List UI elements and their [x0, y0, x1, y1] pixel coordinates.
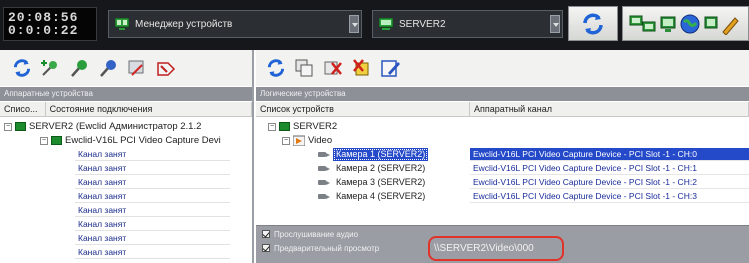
tree-node-server-label: SERVER2 — [293, 121, 338, 132]
top-toolbar: 20:08:56 0:0:0:22 Менеджер устройств SER… — [0, 0, 749, 50]
camera-hardware-channel[interactable]: Ewclid-V16L PCI Video Capture Device - P… — [470, 176, 749, 189]
highlight-annotation — [428, 236, 564, 261]
add-device-icon[interactable] — [39, 57, 61, 79]
column-list[interactable]: Списо... — [0, 102, 46, 116]
channel-status[interactable]: Канал занят — [75, 246, 230, 259]
monitor-icon[interactable] — [704, 13, 718, 35]
channel-status[interactable]: Канал занят — [75, 162, 230, 175]
logical-column-header: Список устройств Аппаратный канал — [256, 102, 749, 117]
collapse-icon[interactable]: − — [282, 136, 290, 145]
column-connection-state[interactable]: Состояние подключения — [46, 102, 252, 116]
collapse-icon[interactable]: − — [40, 136, 48, 145]
camera-icon — [318, 151, 330, 159]
camera-hardware-channel[interactable]: Ewclid-V16L PCI Video Capture Device - P… — [470, 162, 749, 175]
collapse-icon[interactable]: − — [268, 122, 276, 131]
capture-card-icon — [51, 136, 62, 145]
connect-device-icon[interactable] — [68, 57, 90, 79]
device-manager-icon — [115, 18, 129, 30]
camera-row[interactable]: Камера 2 (SERVER2) — [318, 162, 428, 175]
chevron-down-icon[interactable] — [550, 15, 560, 33]
channel-status[interactable]: Канал занят — [75, 232, 230, 245]
logical-devices-header: Логические устройства — [256, 87, 749, 101]
server-dropdown[interactable]: SERVER2 — [372, 10, 563, 38]
preview-label: Предварительный просмотр — [274, 243, 380, 253]
camera-icon — [318, 193, 330, 201]
camera-icon — [318, 165, 330, 173]
server-monitor-icon — [379, 18, 393, 30]
refresh-button[interactable] — [568, 6, 618, 41]
camera-name[interactable]: Камера 3 (SERVER2) — [333, 176, 428, 189]
camera-name[interactable]: Камера 2 (SERVER2) — [333, 162, 428, 175]
column-device-list[interactable]: Список устройств — [256, 102, 470, 116]
clock-line-2: 0:0:0:22 — [8, 23, 79, 38]
preview-checkbox[interactable] — [262, 244, 270, 252]
collapse-icon[interactable]: − — [4, 122, 12, 131]
chevron-down-icon[interactable] — [349, 15, 359, 33]
tree-node-video[interactable]: − Video — [282, 134, 332, 147]
tree-node-video-label: Video — [308, 135, 333, 146]
delete-device-icon[interactable] — [322, 57, 344, 79]
tree-node-server-label: SERVER2 (Ewclid Администратор 2.1.2 — [29, 121, 202, 132]
audio-listen-option[interactable]: Прослушивание аудио — [262, 228, 358, 240]
camera-row[interactable]: Камера 3 (SERVER2) — [318, 176, 428, 189]
audio-listen-label: Прослушивание аудио — [274, 229, 359, 239]
refresh-arrows-icon[interactable] — [12, 58, 32, 78]
audio-listen-checkbox[interactable] — [262, 230, 270, 238]
camera-hardware-channel[interactable]: Ewclid-V16L PCI Video Capture Device - P… — [470, 148, 749, 161]
tree-node-server[interactable]: − SERVER2 — [268, 120, 337, 133]
camera-name[interactable]: Камера 1 (SERVER2) — [333, 148, 429, 161]
server-monitor-icon — [15, 122, 26, 131]
device-manager-icon[interactable] — [629, 13, 657, 35]
refresh-arrows-icon[interactable] — [266, 58, 286, 78]
channel-status[interactable]: Канал занят — [75, 190, 230, 203]
camera-options-panel: Прослушивание аудио Предварительный прос… — [256, 225, 749, 263]
hardware-devices-header: Аппаратные устройства — [0, 87, 252, 101]
edit-icon[interactable] — [380, 57, 402, 79]
globe-icon[interactable] — [679, 13, 701, 35]
server-label: SERVER2 — [399, 18, 446, 30]
device-manager-label: Менеджер устройств — [135, 18, 233, 30]
pencil-icon[interactable] — [721, 13, 739, 35]
monitor-icon[interactable] — [660, 13, 676, 35]
device-settings-icon[interactable] — [126, 57, 148, 79]
channel-status[interactable]: Канал занят — [75, 176, 230, 189]
tools-button-group[interactable] — [622, 6, 749, 41]
refresh-arrows-icon — [581, 12, 605, 36]
camera-row[interactable]: Камера 4 (SERVER2) — [318, 190, 428, 203]
tree-node-server[interactable]: − SERVER2 (Ewclid Администратор 2.1.2 — [4, 120, 201, 133]
tree-node-capture-device[interactable]: − Ewclid-V16L PCI Video Capture Devi — [40, 134, 221, 147]
tree-node-capture-device-label: Ewclid-V16L PCI Video Capture Devi — [65, 135, 221, 146]
camera-name[interactable]: Камера 4 (SERVER2) — [333, 190, 428, 203]
hardware-column-header: Списо... Состояние подключения — [0, 102, 252, 117]
delete-all-icon[interactable] — [351, 57, 373, 79]
hardware-toolbar — [0, 50, 252, 86]
copy-device-icon[interactable] — [293, 57, 315, 79]
logical-toolbar — [256, 50, 749, 86]
clock-display: 20:08:56 0:0:0:22 — [3, 7, 97, 41]
camera-row[interactable]: Камера 1 (SERVER2) — [318, 148, 429, 161]
device-manager-dropdown[interactable]: Менеджер устройств — [108, 10, 362, 38]
channel-status[interactable]: Канал занят — [75, 148, 230, 161]
column-hardware-channel[interactable]: Аппаратный канал — [470, 102, 749, 116]
tag-icon[interactable] — [155, 57, 177, 79]
camera-icon — [318, 179, 330, 187]
channel-status[interactable]: Канал занят — [75, 204, 230, 217]
logical-devices-pane: Логические устройства Список устройств А… — [256, 50, 749, 263]
camera-hardware-channel[interactable]: Ewclid-V16L PCI Video Capture Device - P… — [470, 190, 749, 203]
hardware-devices-pane: Аппаратные устройства Списо... Состояние… — [0, 50, 254, 263]
preview-option[interactable]: Предварительный просмотр — [262, 242, 379, 254]
server-monitor-icon — [279, 122, 290, 131]
channel-status[interactable]: Канал занят — [75, 218, 230, 231]
video-folder-icon — [293, 135, 305, 146]
disconnect-device-icon[interactable] — [97, 57, 119, 79]
